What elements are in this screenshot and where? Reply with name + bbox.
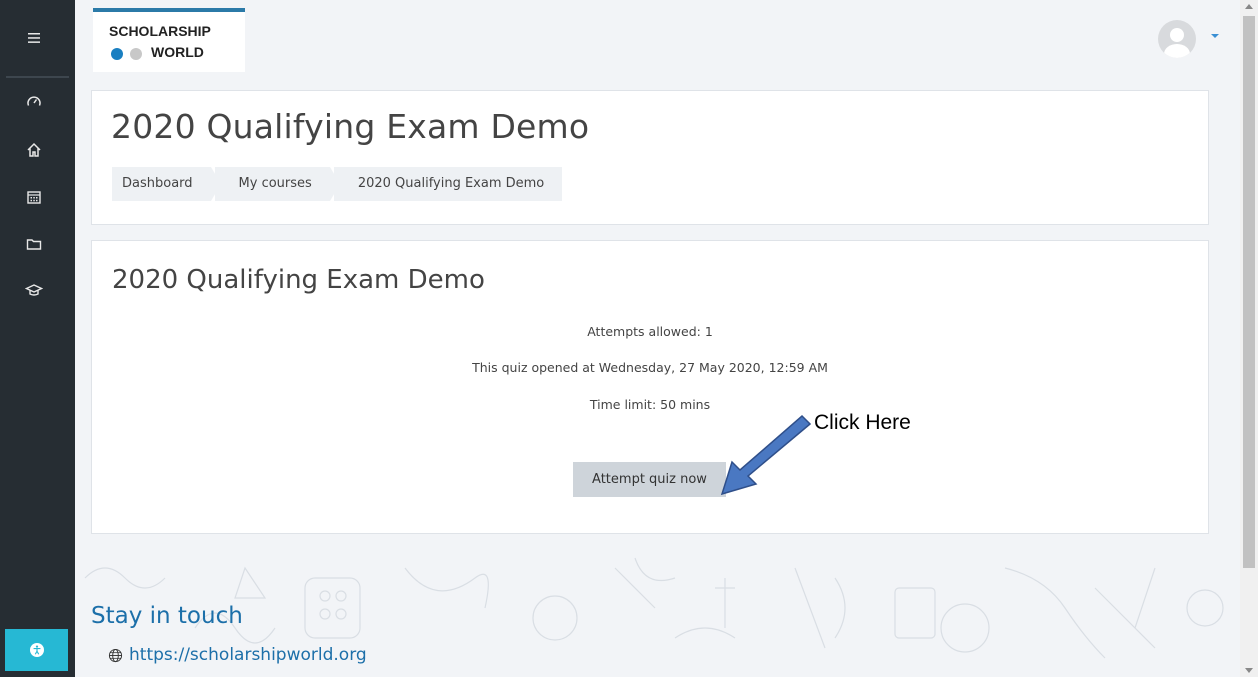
- page-header-card: 2020 Qualifying Exam Demo Dashboard My c…: [91, 90, 1209, 225]
- stay-in-touch-heading: Stay in touch: [91, 603, 243, 629]
- globe-icon: [108, 648, 123, 662]
- scroll-down-icon[interactable]: [1245, 668, 1253, 673]
- vertical-scrollbar[interactable]: [1240, 0, 1258, 677]
- annotation-arrow-icon: [720, 414, 812, 496]
- sidebar: [0, 0, 75, 677]
- quiz-card: 2020 Qualifying Exam Demo Attempts allow…: [91, 240, 1209, 534]
- sidebar-divider: [6, 76, 69, 78]
- folder-icon[interactable]: [23, 233, 45, 255]
- page-title: 2020 Qualifying Exam Demo: [111, 107, 590, 146]
- logo-dot-blue: [111, 48, 123, 60]
- scrollbar-thumb[interactable]: [1243, 16, 1255, 568]
- accessibility-button[interactable]: [5, 629, 68, 671]
- main-content: SCHOLARSHIP WORLD 2020 Qualifying Exam D…: [75, 0, 1240, 677]
- website-link-text: https://scholarshipworld.org: [129, 645, 367, 665]
- site-logo[interactable]: SCHOLARSHIP WORLD: [93, 8, 245, 72]
- breadcrumb-dashboard[interactable]: Dashboard: [112, 167, 221, 201]
- calendar-icon[interactable]: [23, 186, 45, 208]
- graduation-cap-icon[interactable]: [23, 279, 45, 301]
- dashboard-icon[interactable]: [23, 91, 45, 113]
- breadcrumb-my-courses[interactable]: My courses: [214, 167, 341, 201]
- logo-text-line2: WORLD: [151, 44, 204, 60]
- avatar-body: [1164, 44, 1190, 58]
- avatar-head: [1170, 28, 1184, 42]
- click-here-annotation: Click Here: [814, 411, 911, 434]
- attempt-quiz-button[interactable]: Attempt quiz now: [573, 462, 726, 497]
- scroll-up-icon[interactable]: [1245, 4, 1253, 9]
- user-avatar[interactable]: [1158, 20, 1196, 58]
- accessibility-icon: [29, 643, 44, 657]
- home-icon[interactable]: [23, 139, 45, 161]
- attempts-allowed-text: Attempts allowed: 1: [587, 324, 713, 339]
- top-navbar: SCHOLARSHIP WORLD: [75, 0, 1240, 74]
- time-limit-text: Time limit: 50 mins: [589, 397, 711, 412]
- quiz-opened-text: This quiz opened at Wednesday, 27 May 20…: [472, 360, 828, 375]
- logo-text-line1: SCHOLARSHIP: [109, 23, 211, 39]
- logo-dot-grey: [130, 48, 142, 60]
- quiz-heading: 2020 Qualifying Exam Demo: [112, 265, 485, 295]
- user-menu-caret-icon[interactable]: [1211, 34, 1219, 38]
- breadcrumb-course[interactable]: 2020 Qualifying Exam Demo: [333, 167, 563, 201]
- website-link[interactable]: https://scholarshipworld.org: [108, 645, 367, 665]
- breadcrumb: Dashboard My courses 2020 Qualifying Exa…: [112, 167, 563, 201]
- menu-icon[interactable]: [23, 27, 45, 49]
